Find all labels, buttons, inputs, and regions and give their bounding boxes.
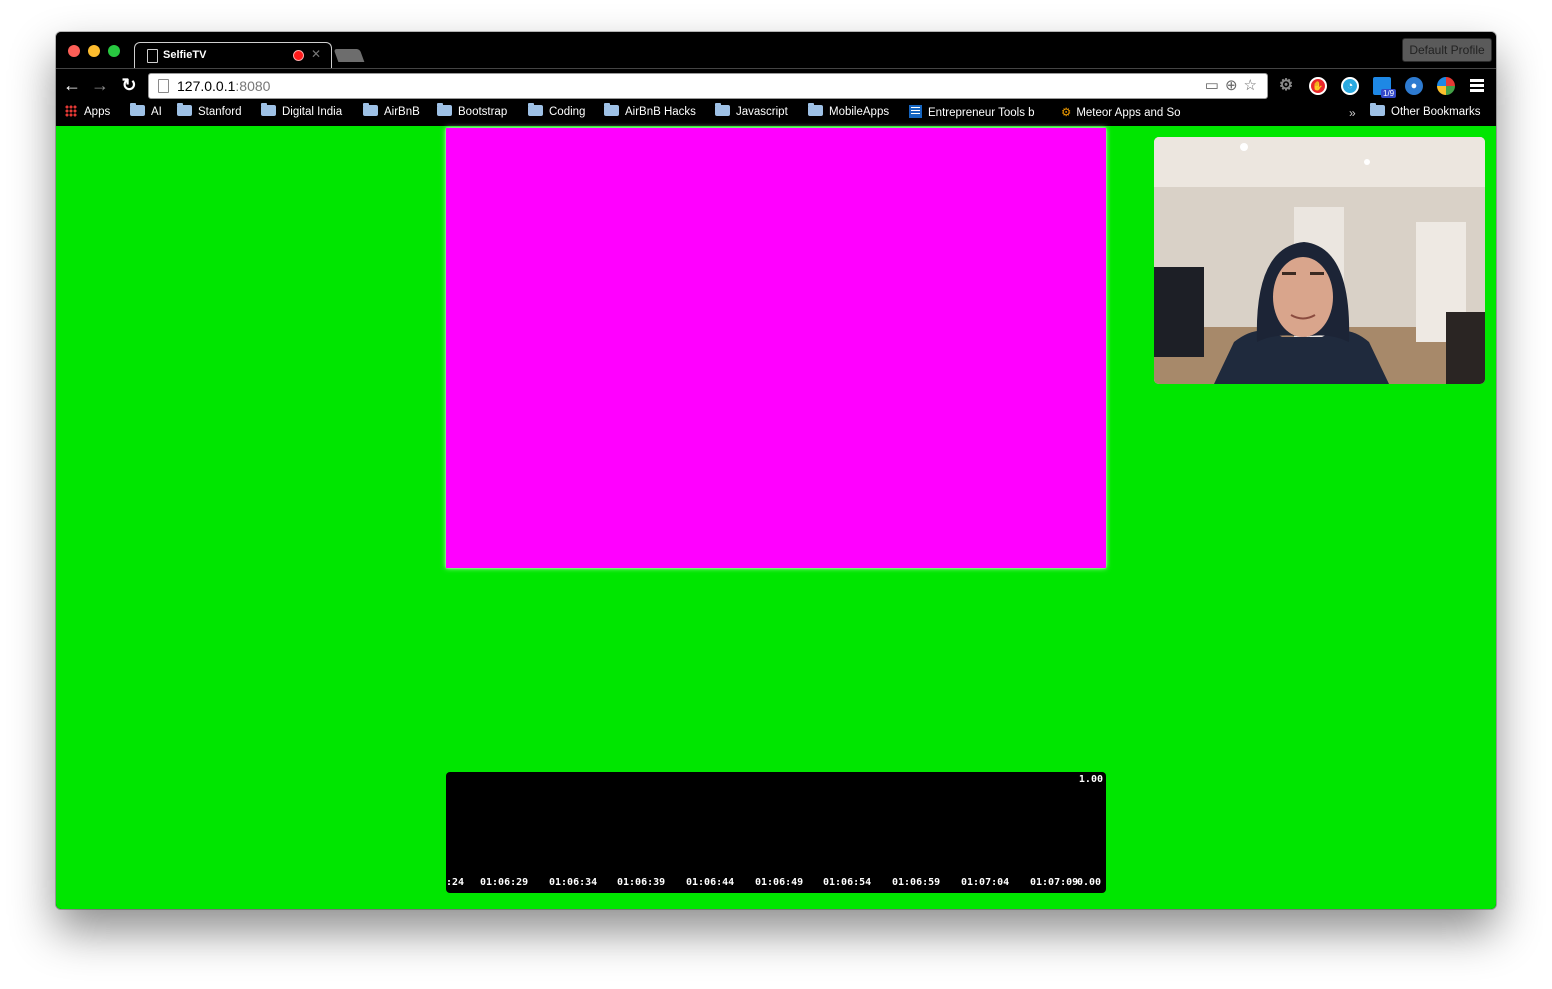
clock-extension-icon[interactable]: ◔ xyxy=(1341,77,1359,95)
bookmark-label: Apps xyxy=(84,106,111,118)
reload-button[interactable]: ↻ xyxy=(119,75,139,95)
bookmark-folder[interactable]: AirBnB Hacks xyxy=(604,103,696,118)
bookmark-label: Other Bookmarks xyxy=(1391,106,1481,118)
timeline-tick-label: 01:07:09 xyxy=(1030,877,1079,888)
bookmark-meteor-apps[interactable]: ⚙ Meteor Apps and So xyxy=(1061,105,1181,119)
address-bar[interactable]: 127.0.0.1:8080 ▭⊕☆ xyxy=(148,73,1268,99)
timeline-tick-label: 01:07:04 xyxy=(961,877,1010,888)
bookmark-label: Entrepreneur Tools b xyxy=(928,107,1035,119)
recording-indicator-icon xyxy=(293,50,304,61)
bookmark-folder[interactable]: AI xyxy=(130,103,162,118)
timeline-axis: :24 01:06:29 01:06:34 01:06:39 01:06:44 … xyxy=(446,877,1106,891)
window-minimize-button[interactable] xyxy=(88,45,100,57)
bookmark-star-icon[interactable]: ☆ xyxy=(1244,77,1263,94)
gear-icon[interactable]: ⚙ xyxy=(1277,77,1295,95)
tab-selfietv[interactable]: SelfieTV ✕ xyxy=(134,42,332,69)
timeline-tick-label: 01:06:49 xyxy=(755,877,804,888)
folder-icon xyxy=(528,103,543,116)
bookmark-label: Meteor Apps and So xyxy=(1076,107,1181,119)
page-content: 1.00 :24 01:06:29 01:06:34 01:06:39 01:0… xyxy=(56,126,1496,909)
folder-icon xyxy=(363,103,378,116)
bookmark-label: Digital India xyxy=(282,106,343,118)
window-maximize-button[interactable] xyxy=(108,45,120,57)
folder-icon xyxy=(604,103,619,116)
timeline-graph[interactable]: 1.00 :24 01:06:29 01:06:34 01:06:39 01:0… xyxy=(446,772,1106,893)
forward-button[interactable]: → xyxy=(90,75,110,95)
new-tab-button[interactable] xyxy=(333,49,365,62)
folder-icon xyxy=(1370,103,1385,116)
url-port: :8080 xyxy=(235,78,271,94)
timeline-tick-label: 01:06:34 xyxy=(549,877,598,888)
main-video-area[interactable] xyxy=(446,128,1106,568)
bookmark-entrepreneur-tools[interactable]: Entrepreneur Tools b xyxy=(909,105,1035,119)
tab-close-icon[interactable]: ✕ xyxy=(311,47,321,61)
timeline-tick-label: :24 xyxy=(446,877,465,888)
adblock-icon[interactable]: ✋ xyxy=(1309,77,1327,95)
bookmark-label: AirBnB xyxy=(384,106,420,118)
globe-extension-icon[interactable]: ● xyxy=(1405,77,1423,95)
menu-icon[interactable] xyxy=(1470,79,1484,93)
bookmark-folder[interactable]: Coding xyxy=(528,103,586,118)
bookmark-folder[interactable]: Bootstrap xyxy=(437,103,508,118)
bookmark-folder[interactable]: Javascript xyxy=(715,103,788,118)
bookmark-label: AI xyxy=(151,106,162,118)
bookmark-folder[interactable]: AirBnB xyxy=(363,103,420,118)
back-button[interactable]: ← xyxy=(62,75,82,95)
bookmark-label: Javascript xyxy=(736,106,788,118)
address-bar-icons: ▭⊕☆ xyxy=(1205,76,1263,94)
browser-window: SelfieTV ✕ Default Profile ← → ↻ 127.0.0… xyxy=(56,32,1496,909)
timeline-tick-label: 01:06:59 xyxy=(892,877,941,888)
folder-icon xyxy=(715,103,730,116)
timeline-tick-label: 01:06:54 xyxy=(823,877,872,888)
window-close-button[interactable] xyxy=(68,45,80,57)
bookmarks-overflow-icon[interactable]: » xyxy=(1349,106,1356,120)
timeline-max-label: 1.00 xyxy=(1078,774,1103,785)
spreadsheet-icon xyxy=(909,105,922,118)
toolbar: ← → ↻ 127.0.0.1:8080 ▭⊕☆ ⚙ ✋ ◔ 1/9 ● xyxy=(56,68,1496,101)
bookmark-apps[interactable]: Apps xyxy=(65,105,110,118)
zoom-icon[interactable]: ⊕ xyxy=(1225,77,1244,94)
meteor-gear-icon: ⚙ xyxy=(1061,107,1072,119)
timeline-end-label: 0.00 xyxy=(1077,877,1102,888)
url-text[interactable]: 127.0.0.1:8080 xyxy=(177,78,270,94)
page-icon xyxy=(158,79,169,93)
camera-icon[interactable]: ▭ xyxy=(1205,77,1225,94)
apps-grid-icon xyxy=(65,105,77,117)
profile-button[interactable]: Default Profile xyxy=(1402,38,1492,62)
bookmark-label: Bootstrap xyxy=(458,106,508,118)
folder-icon xyxy=(437,103,452,116)
page-icon xyxy=(147,49,158,63)
tab-title: SelfieTV xyxy=(163,49,207,61)
bookmark-label: MobileApps xyxy=(829,106,890,118)
color-ring-extension-icon[interactable] xyxy=(1437,77,1455,95)
bookmark-other-bookmarks[interactable]: Other Bookmarks xyxy=(1370,103,1481,118)
timeline-tick-label: 01:06:39 xyxy=(617,877,666,888)
timeline-tick-label: 01:06:29 xyxy=(480,877,529,888)
webcam-preview xyxy=(1154,137,1485,384)
folder-icon xyxy=(261,103,276,116)
bookmarks-bar: Apps AI Stanford Digital India AirBnB Bo… xyxy=(56,100,1496,126)
bookmark-folder[interactable]: MobileApps xyxy=(808,103,890,118)
bookmark-label: AirBnB Hacks xyxy=(625,106,696,118)
folder-icon xyxy=(177,103,192,116)
bookmark-folder[interactable]: Stanford xyxy=(177,103,242,118)
bookmark-label: Coding xyxy=(549,106,586,118)
timeline-tick-label: 01:06:44 xyxy=(686,877,735,888)
webcam-scene-image xyxy=(1154,137,1485,384)
folder-icon xyxy=(808,103,823,116)
tab-strip: SelfieTV ✕ Default Profile xyxy=(56,32,1496,69)
bookmark-label: Stanford xyxy=(198,106,242,118)
folder-icon xyxy=(130,103,145,116)
url-host: 127.0.0.1 xyxy=(177,78,236,94)
calendar-badge: 1/9 xyxy=(1381,89,1397,98)
bookmark-folder[interactable]: Digital India xyxy=(261,103,343,118)
